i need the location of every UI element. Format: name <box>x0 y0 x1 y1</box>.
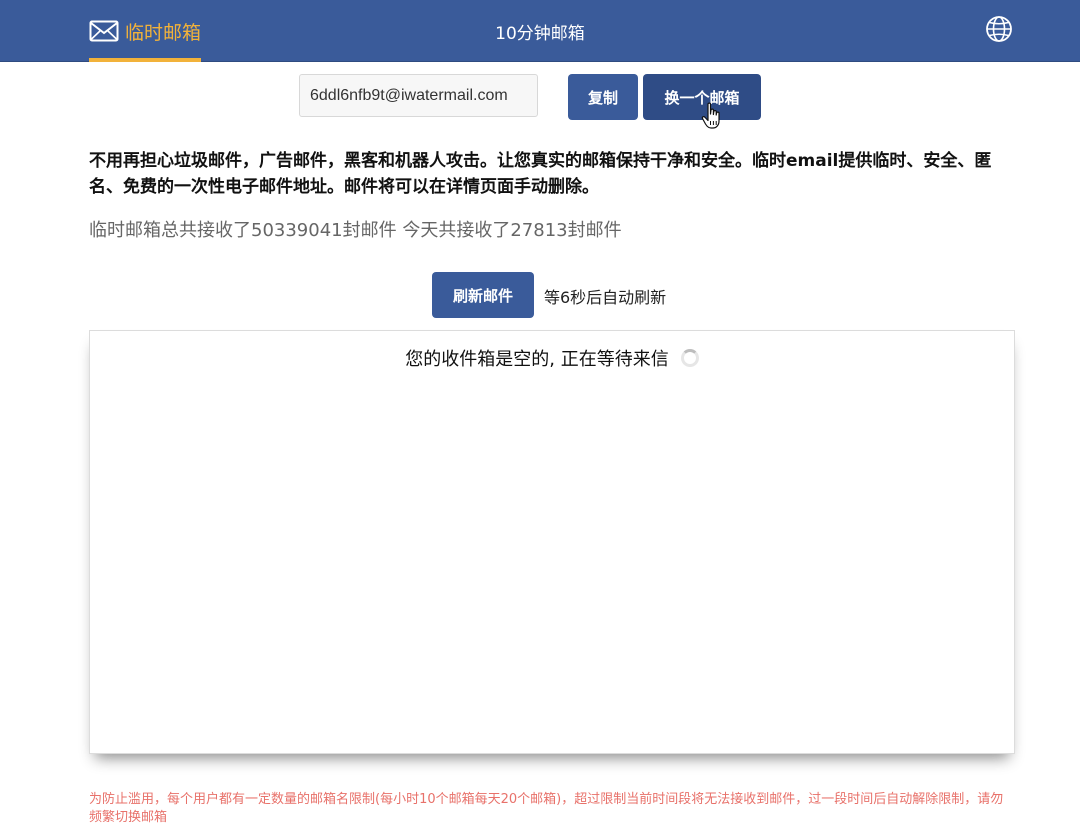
hand-cursor-icon <box>701 102 720 129</box>
auto-refresh-countdown: 等6秒后自动刷新 <box>544 288 667 307</box>
inbox-panel: 您的收件箱是空的, 正在等待来信 <box>89 330 1015 754</box>
mail-stats: 临时邮箱总共接收了50339041封邮件 今天共接收了27813封邮件 <box>89 220 622 241</box>
envelope-icon <box>89 20 119 42</box>
spinner-icon <box>680 349 699 367</box>
refresh-mail-button[interactable]: 刷新邮件 <box>432 272 534 318</box>
active-tab-indicator <box>89 58 201 62</box>
inbox-empty-state: 您的收件箱是空的, 正在等待来信 <box>90 345 1014 371</box>
email-address-field[interactable] <box>299 74 538 117</box>
inbox-empty-message: 您的收件箱是空的, 正在等待来信 <box>405 349 669 370</box>
top-navbar: 10分钟邮箱 临时邮箱 <box>0 0 1080 62</box>
globe-icon[interactable] <box>984 14 1014 44</box>
intro-description: 不用再担心垃圾邮件，广告邮件，黑客和机器人攻击。让您真实的邮箱保持干净和安全。临… <box>89 151 992 197</box>
copy-button[interactable]: 复制 <box>568 74 638 120</box>
brand-label: 临时邮箱 <box>125 21 202 44</box>
nav-brand-temp-mail[interactable]: 临时邮箱 <box>89 0 201 62</box>
nav-link-10min-mail[interactable]: 10分钟邮箱 <box>495 19 585 44</box>
